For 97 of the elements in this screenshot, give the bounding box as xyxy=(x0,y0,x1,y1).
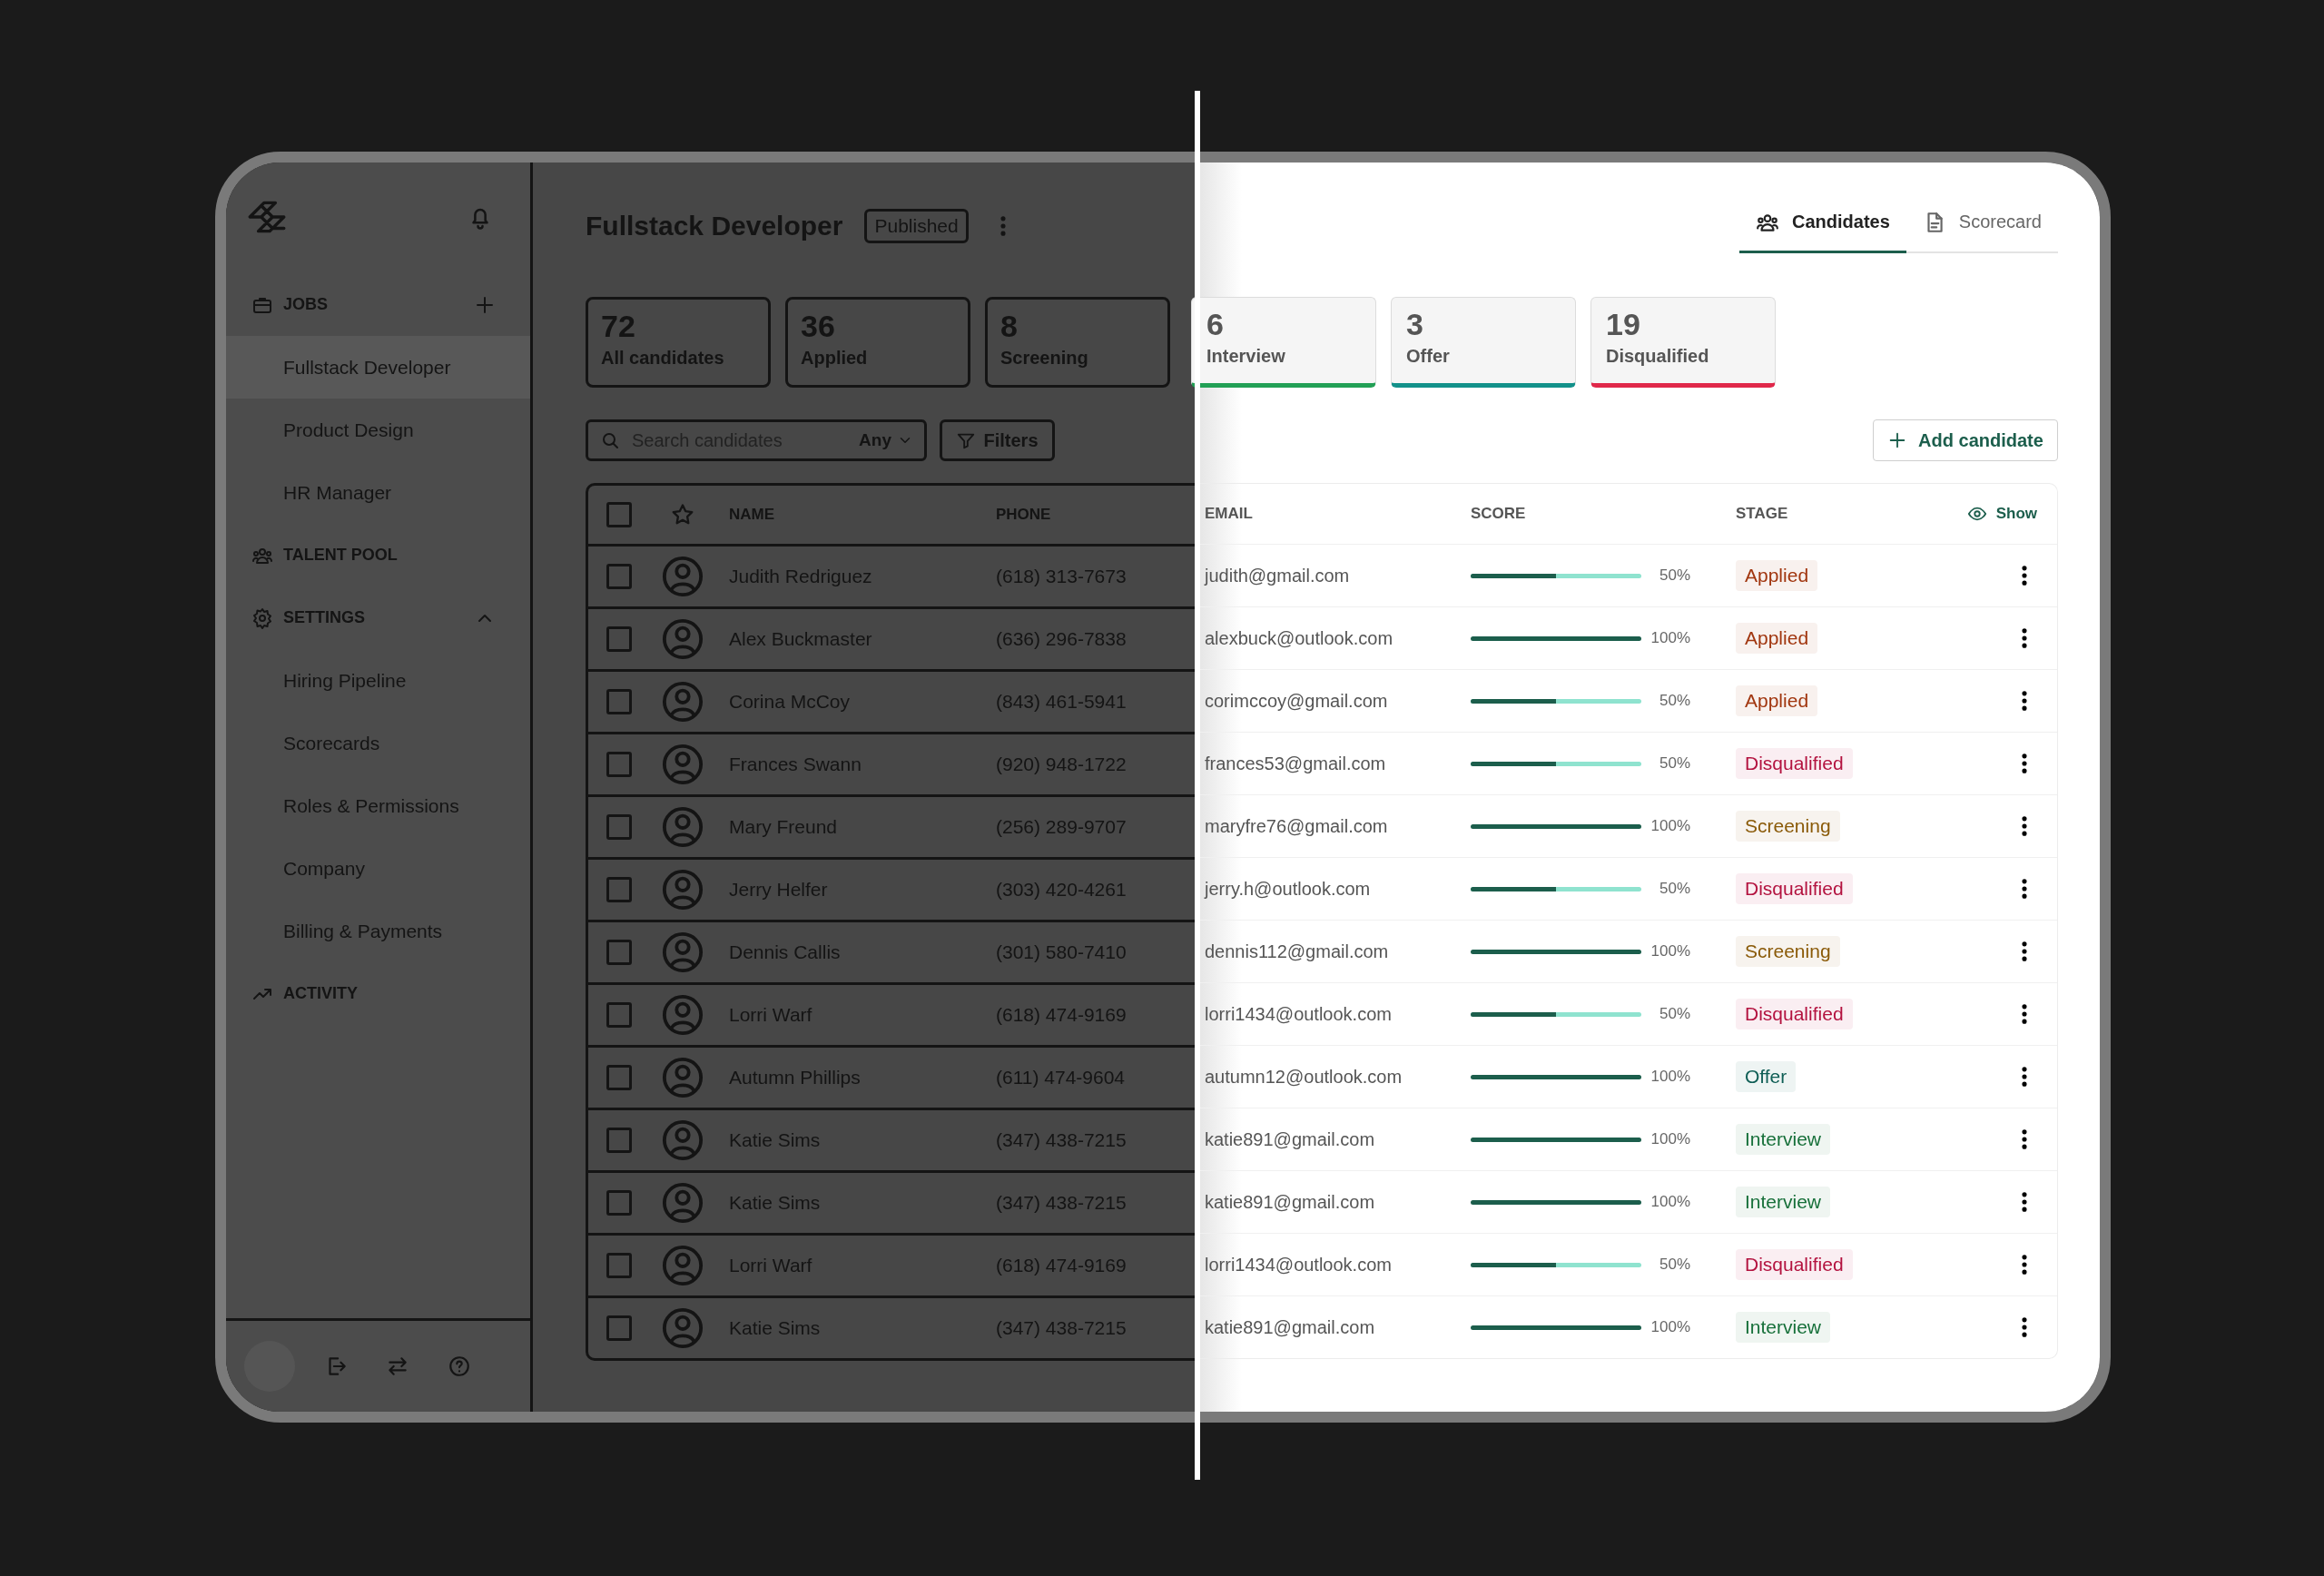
swap-icon[interactable] xyxy=(386,1354,409,1378)
email-cell-text: jerry.h@outlook.com xyxy=(1203,877,1372,901)
email-cell-text: dennis112@gmail.com xyxy=(1204,940,1390,963)
score-value: 100% xyxy=(1650,817,1690,835)
user-avatar-icon xyxy=(662,744,704,785)
email-cell-text: corimccoy@gmail.com xyxy=(1204,689,1389,713)
checkbox[interactable] xyxy=(606,940,632,965)
email-cell-text: lorri1434@outlook.com xyxy=(1204,1253,1393,1276)
stage-label: Interview xyxy=(1736,1312,1831,1343)
stage-label: Disqualified xyxy=(1736,1249,1853,1280)
sidebar-item[interactable]: Company xyxy=(226,837,530,900)
checkbox[interactable] xyxy=(606,877,632,902)
column-header[interactable]: SCORE xyxy=(1471,484,1736,544)
stage-label: Disqualified xyxy=(1736,999,1853,1029)
tab[interactable]: Scorecard xyxy=(1905,193,2058,253)
email-cell-text: maryfre76@gmail.com xyxy=(1204,814,1389,838)
stat-label: Interview xyxy=(1206,346,1286,367)
checkbox[interactable] xyxy=(606,1002,632,1028)
stage-label: Screening xyxy=(1736,811,1840,842)
user-avatar-icon xyxy=(662,931,704,973)
email-cell-text: lorri1434@outlook.com xyxy=(1204,1002,1393,1026)
checkbox[interactable] xyxy=(606,502,632,527)
stage-label: Applied xyxy=(1736,623,1818,654)
checkbox[interactable] xyxy=(606,626,632,652)
nav-section-label[interactable]: JOBS xyxy=(283,295,329,314)
sidebar-item[interactable]: HR Manager xyxy=(226,461,530,524)
score-value: 50% xyxy=(1658,754,1690,773)
user-avatar-icon xyxy=(662,1307,704,1349)
sidebar-item[interactable]: Product Design xyxy=(226,399,530,461)
stage-label: Disqualified xyxy=(1736,748,1853,779)
email-cell-text: katie891@gmail.com xyxy=(1204,1315,1376,1339)
tab[interactable]: Candidates xyxy=(1739,193,1906,253)
stat-card[interactable]: 3 Offer xyxy=(1391,297,1576,388)
stage-label: Applied xyxy=(1736,560,1818,591)
column-header[interactable]: EMAIL xyxy=(1196,484,1471,544)
add-candidate-button[interactable]: Add candidate xyxy=(1873,419,2058,461)
score-value: 100% xyxy=(1650,1130,1690,1148)
show-columns-button[interactable]: Show xyxy=(1966,504,2037,524)
score-value: 100% xyxy=(1650,629,1690,647)
user-avatar-icon xyxy=(662,618,704,660)
email-cell-text: frances53@gmail.com xyxy=(1204,752,1387,775)
checkbox[interactable] xyxy=(606,1128,632,1153)
stat-card[interactable]: 19 Disqualified xyxy=(1590,297,1776,388)
checkbox[interactable] xyxy=(606,814,632,840)
user-avatar-icon xyxy=(662,1182,704,1224)
score-value: 100% xyxy=(1650,1068,1690,1086)
column-header[interactable]: STAGE xyxy=(1736,484,1939,544)
user-avatar-icon xyxy=(662,1245,704,1286)
stage-label: Applied xyxy=(1736,685,1818,716)
stat-count: 3 xyxy=(1406,307,1424,342)
checkbox[interactable] xyxy=(606,564,632,589)
user-avatar-icon xyxy=(662,556,704,597)
help-icon[interactable] xyxy=(448,1354,471,1378)
score-value: 50% xyxy=(1658,692,1690,710)
stage-label: Interview xyxy=(1736,1187,1831,1217)
stat-count: 6 xyxy=(1206,307,1225,342)
score-value: 50% xyxy=(1658,566,1690,585)
email-cell-text: katie891@gmail.com xyxy=(1204,1190,1376,1214)
user-avatar-icon xyxy=(662,806,704,848)
email-cell-text: judith@gmail.com xyxy=(1203,564,1351,587)
checkbox[interactable] xyxy=(606,689,632,714)
sidebar-item[interactable]: Roles & Permissions xyxy=(226,774,530,837)
user-avatar-icon xyxy=(662,1057,704,1098)
score-value: 100% xyxy=(1650,942,1690,960)
score-value: 50% xyxy=(1658,1256,1690,1274)
nav-section-label[interactable]: ACTIVITY xyxy=(283,984,358,1003)
nav-section-label[interactable]: TALENT POOL xyxy=(283,546,398,565)
checkbox[interactable] xyxy=(606,1065,632,1090)
score-value: 100% xyxy=(1650,1193,1690,1211)
stage-label: Offer xyxy=(1736,1061,1797,1092)
score-value: 50% xyxy=(1658,1005,1690,1023)
user-avatar-icon xyxy=(662,681,704,723)
checkbox[interactable] xyxy=(606,752,632,777)
email-cell-text: alexbuck@outlook.com xyxy=(1204,626,1394,650)
stat-label: Offer xyxy=(1406,346,1451,367)
stage-label: Disqualified xyxy=(1736,873,1853,904)
email-cell-text: autumn12@outlook.com xyxy=(1204,1065,1403,1088)
user-avatar-icon xyxy=(662,994,704,1036)
stage-label: Screening xyxy=(1736,936,1840,967)
user-avatar-icon xyxy=(662,869,704,911)
stage-label: Interview xyxy=(1736,1124,1831,1155)
email-cell-text: katie891@gmail.com xyxy=(1204,1128,1376,1151)
stat-label: Disqualified xyxy=(1606,346,1710,367)
sidebar-item[interactable]: Fullstack Developer xyxy=(226,336,530,399)
checkbox[interactable] xyxy=(606,1190,632,1216)
stat-card[interactable]: 6 Interview xyxy=(1191,297,1376,388)
score-value: 50% xyxy=(1658,880,1690,898)
checkbox[interactable] xyxy=(606,1315,632,1341)
settings-icon xyxy=(251,606,273,629)
score-value: 100% xyxy=(1650,1318,1690,1336)
stat-count: 19 xyxy=(1606,307,1641,342)
user-avatar-icon xyxy=(662,1119,704,1161)
checkbox[interactable] xyxy=(606,1253,632,1278)
sidebar-item[interactable]: Billing & Payments xyxy=(226,900,530,962)
sidebar-item[interactable]: Scorecards xyxy=(226,712,530,774)
nav-section-label[interactable]: SETTINGS xyxy=(283,608,365,627)
sidebar-item[interactable]: Hiring Pipeline xyxy=(226,649,530,712)
